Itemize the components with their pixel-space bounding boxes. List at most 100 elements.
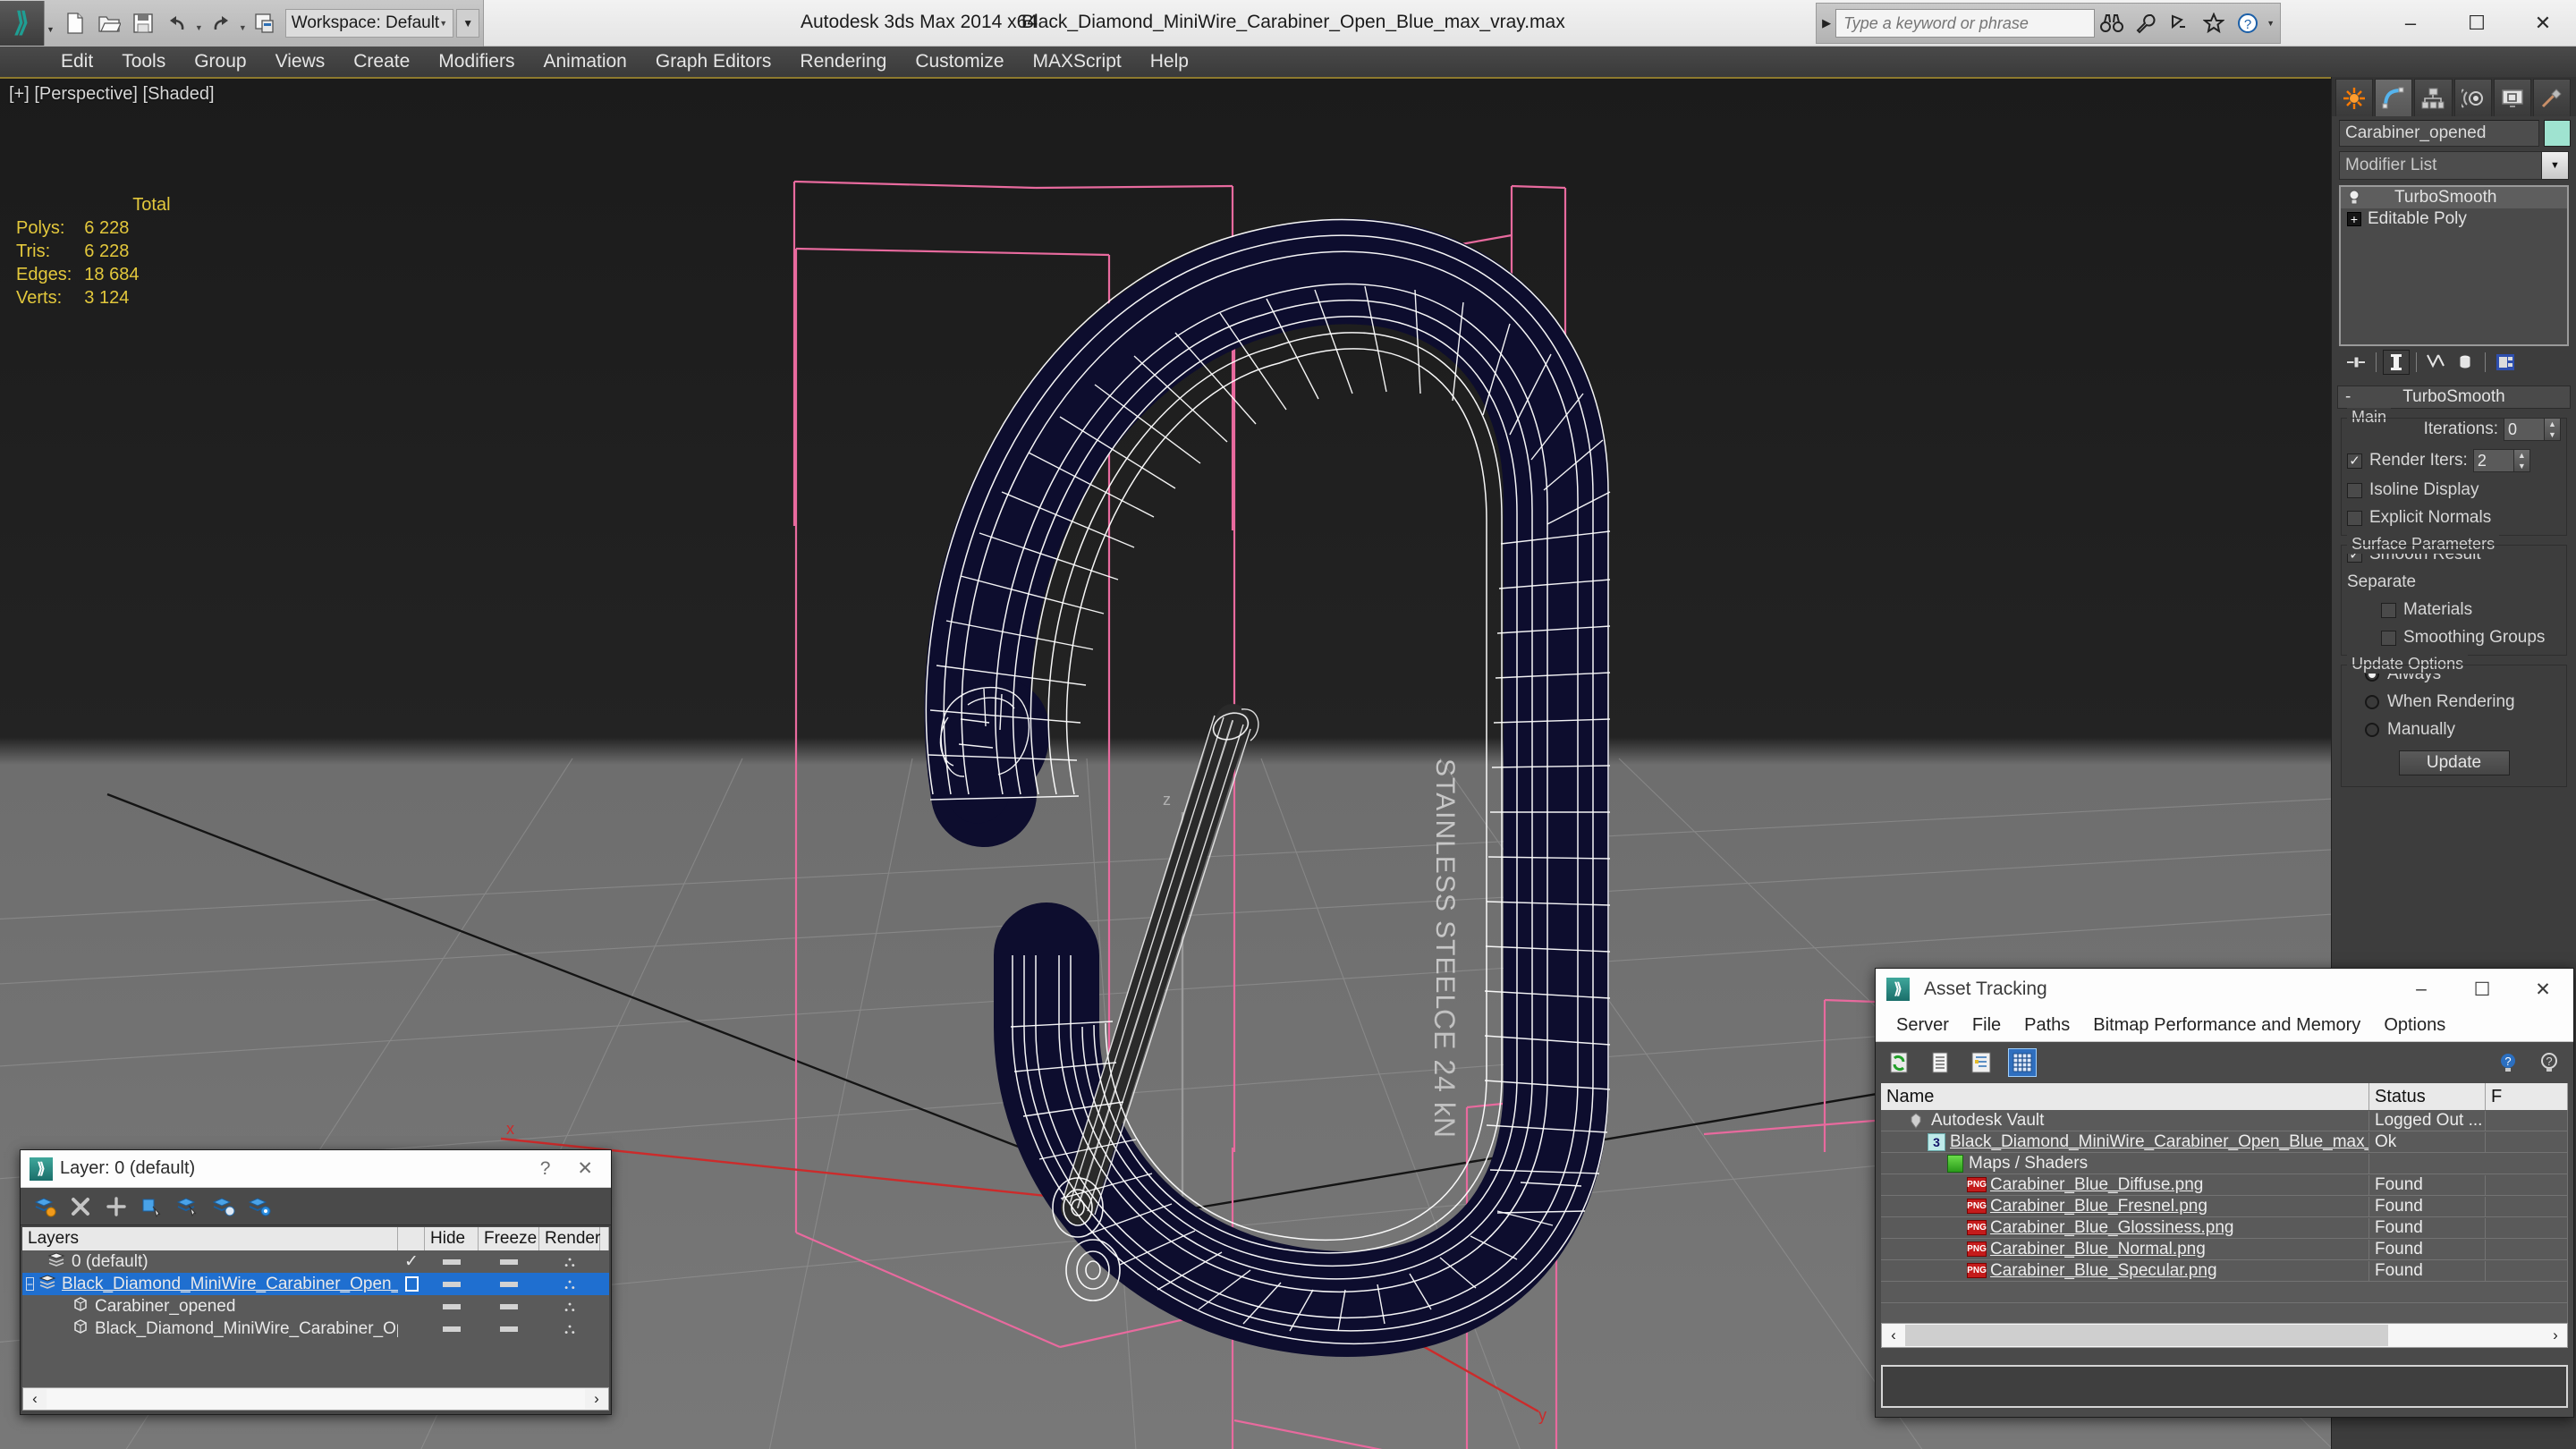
column-current[interactable] — [398, 1227, 425, 1250]
help-alt-icon[interactable]: ? — [2536, 1048, 2564, 1077]
layer-grid[interactable]: Layers Hide Freeze Render 0 (default) ✓ … — [22, 1227, 609, 1388]
workspace-selector[interactable]: Workspace: Default ▼ — [284, 9, 454, 38]
isoline-display-row[interactable]: Isoline Display — [2347, 480, 2561, 500]
delete-layer-icon[interactable] — [67, 1193, 94, 1220]
menu-item-graph-editors[interactable]: Graph Editors — [641, 47, 786, 77]
scroll-right-button[interactable]: › — [2544, 1326, 2567, 1344]
layer-horizontal-scrollbar[interactable]: ‹ › — [22, 1387, 609, 1411]
close-button[interactable]: ✕ — [2512, 969, 2573, 1010]
display-tab[interactable] — [2493, 79, 2531, 116]
create-new-layer-icon[interactable] — [31, 1193, 58, 1220]
asset-tracking-dialog[interactable]: ⟫ Asset Tracking – ☐ ✕ Server File Paths… — [1875, 968, 2574, 1418]
highlight-selected-objects-icon[interactable] — [210, 1193, 237, 1220]
column-extra[interactable] — [600, 1227, 609, 1250]
menu-item-edit[interactable]: Edit — [47, 47, 107, 77]
maximize-button[interactable]: ☐ — [2452, 969, 2512, 1010]
hide-toggle[interactable] — [425, 1326, 479, 1332]
layer-dialog[interactable]: ⟫ Layer: 0 (default) ? ✕ Layers Hide Fre… — [20, 1149, 612, 1415]
refresh-icon[interactable] — [1885, 1048, 1913, 1077]
scroll-left-button[interactable]: ‹ — [23, 1390, 47, 1408]
undo-icon[interactable] — [162, 8, 192, 38]
menu-item-tools[interactable]: Tools — [107, 47, 180, 77]
column-status[interactable]: Status — [2369, 1083, 2486, 1110]
show-end-result-icon[interactable] — [2383, 350, 2410, 375]
close-button[interactable]: ✕ — [564, 1157, 606, 1180]
close-button[interactable]: ✕ — [2510, 0, 2576, 47]
table-row[interactable]: Black_Diamond_MiniWire_Carabiner_Open_Bl… — [22, 1318, 609, 1340]
table-row[interactable]: PNG Carabiner_Blue_Specular.png Found — [1881, 1260, 2568, 1282]
render-toggle[interactable]: ⛬ — [539, 1298, 600, 1316]
menu-item-file[interactable]: File — [1961, 1015, 2012, 1036]
set-project-folder-icon[interactable] — [250, 8, 280, 38]
rollout-collapse-icon[interactable]: - — [2345, 387, 2351, 407]
modify-tab[interactable] — [2375, 79, 2413, 116]
freeze-toggle[interactable] — [479, 1281, 539, 1287]
render-iters-field[interactable]: 2 — [2472, 449, 2514, 472]
infocenter-expand-icon[interactable]: ▶ — [1822, 16, 1831, 30]
help-button[interactable]: ? — [526, 1158, 565, 1180]
modifier-list-field[interactable]: Modifier List — [2339, 151, 2542, 180]
render-iters-checkbox[interactable]: ✓ — [2347, 453, 2362, 469]
table-row[interactable] — [1881, 1303, 2568, 1325]
rollout-header-turbosmooth[interactable]: - TurboSmooth — [2337, 386, 2571, 409]
make-unique-icon[interactable] — [2423, 350, 2450, 375]
remove-modifier-icon[interactable] — [2452, 350, 2479, 375]
select-highlighted-objects-icon[interactable] — [174, 1193, 201, 1220]
menu-item-bitmap-performance[interactable]: Bitmap Performance and Memory — [2081, 1015, 2372, 1036]
asset-horizontal-scrollbar[interactable]: ‹ › — [1881, 1323, 2568, 1348]
menu-item-paths[interactable]: Paths — [2012, 1015, 2081, 1036]
undo-dropdown-caret-icon[interactable]: ▼ — [195, 23, 203, 32]
viewport-label[interactable]: [+] [Perspective] [Shaded] — [9, 84, 215, 105]
iterations-field[interactable]: 0 — [2504, 418, 2545, 441]
current-layer-check[interactable] — [398, 1276, 425, 1292]
menu-item-rendering[interactable]: Rendering — [785, 47, 901, 77]
render-iters-spinner[interactable]: ▲ ▼ — [2513, 449, 2530, 472]
table-row[interactable]: PNG Carabiner_Blue_Diffuse.png Found — [1881, 1174, 2568, 1196]
save-file-icon[interactable] — [128, 8, 158, 38]
application-menu-caret-icon[interactable]: ▼ — [47, 25, 55, 34]
table-row[interactable]: Maps / Shaders — [1881, 1153, 2568, 1174]
modifier-stack-item-turbosmooth[interactable]: TurboSmooth — [2341, 187, 2567, 208]
asset-tracking-grid[interactable]: Name Status F Autodesk Vault Logged Out … — [1881, 1083, 2568, 1348]
layer-properties-icon[interactable] — [246, 1193, 273, 1220]
star-icon[interactable] — [2197, 6, 2231, 40]
list-view-icon[interactable] — [1926, 1048, 1954, 1077]
create-tab[interactable] — [2335, 79, 2374, 116]
redo-icon[interactable] — [206, 8, 236, 38]
current-layer-check[interactable]: ✓ — [398, 1251, 425, 1272]
minimize-button[interactable]: – — [2377, 0, 2444, 47]
scroll-right-button[interactable]: › — [585, 1390, 608, 1408]
help-dropdown-caret-icon[interactable]: ▼ — [2267, 19, 2275, 28]
column-render[interactable]: Render — [539, 1227, 600, 1250]
radio-manually[interactable] — [2365, 723, 2379, 737]
materials-row[interactable]: Materials — [2381, 600, 2561, 620]
table-row[interactable]: PNG Carabiner_Blue_Fresnel.png Found — [1881, 1196, 2568, 1217]
update-option-when-rendering[interactable]: When Rendering — [2365, 692, 2561, 712]
freeze-toggle[interactable] — [479, 1303, 539, 1309]
search-input[interactable] — [1835, 9, 2096, 38]
scroll-track[interactable] — [47, 1389, 585, 1409]
configure-sets-icon[interactable] — [2492, 350, 2519, 375]
utilities-tab[interactable] — [2532, 79, 2572, 116]
menu-item-maxscript[interactable]: MAXScript — [1019, 47, 1136, 77]
menu-item-modifiers[interactable]: Modifiers — [424, 47, 529, 77]
column-freeze[interactable]: Freeze — [479, 1227, 539, 1250]
column-layers[interactable]: Layers — [22, 1227, 398, 1250]
menu-item-server[interactable]: Server — [1885, 1015, 1961, 1036]
help-bulb-icon[interactable]: ? — [2495, 1048, 2523, 1077]
scroll-thumb[interactable] — [1905, 1325, 2388, 1346]
freeze-toggle[interactable] — [479, 1326, 539, 1332]
wrench-icon[interactable] — [2129, 6, 2163, 40]
table-row[interactable]: PNG Carabiner_Blue_Normal.png Found — [1881, 1239, 2568, 1260]
table-row[interactable]: 3 Black_Diamond_MiniWire_Carabiner_Open_… — [1881, 1131, 2568, 1153]
update-option-manually[interactable]: Manually — [2365, 720, 2561, 740]
scroll-left-button[interactable]: ‹ — [1882, 1326, 1905, 1344]
open-file-icon[interactable] — [94, 8, 124, 38]
chevron-down-icon[interactable]: ▼ — [2542, 151, 2569, 180]
menu-item-animation[interactable]: Animation — [529, 47, 640, 77]
object-color-swatch[interactable] — [2544, 120, 2571, 147]
menu-item-options[interactable]: Options — [2372, 1015, 2457, 1036]
column-name[interactable]: Name — [1881, 1083, 2369, 1110]
smoothing-groups-checkbox[interactable] — [2381, 630, 2396, 646]
modifier-stack-item-editable-poly[interactable]: + Editable Poly — [2341, 208, 2567, 230]
